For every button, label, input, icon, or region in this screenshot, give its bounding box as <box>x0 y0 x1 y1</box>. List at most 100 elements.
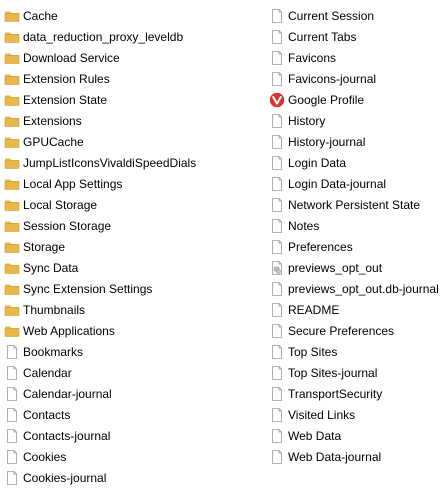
file-icon <box>269 323 285 339</box>
file-name-label: README <box>288 302 340 317</box>
file-item[interactable]: Web Data <box>269 425 447 446</box>
file-item[interactable]: Top Sites-journal <box>269 362 447 383</box>
file-name-label: Current Session <box>288 8 375 23</box>
folder-item[interactable]: Cache <box>4 5 266 26</box>
file-item[interactable]: Visited Links <box>269 404 447 425</box>
folder-item[interactable]: Local App Settings <box>4 173 266 194</box>
file-item[interactable]: History <box>269 110 447 131</box>
file-name-label: Preferences <box>288 239 353 254</box>
file-icon <box>269 449 285 465</box>
file-item[interactable]: TransportSecurity <box>269 383 447 404</box>
file-item[interactable]: Current Session <box>269 5 447 26</box>
file-icon <box>269 386 285 402</box>
folder-item[interactable]: data_reduction_proxy_leveldb <box>4 26 266 47</box>
folder-item[interactable]: Sync Data <box>4 257 266 278</box>
file-name-label: Login Data <box>288 155 347 170</box>
folder-icon <box>4 302 20 318</box>
file-name-label: Web Data-journal <box>288 449 382 464</box>
folder-item[interactable]: Thumbnails <box>4 299 266 320</box>
file-item[interactable]: Secure Preferences <box>269 320 447 341</box>
file-name-label: Current Tabs <box>288 29 357 44</box>
file-name-label: Local App Settings <box>23 176 123 191</box>
folder-icon <box>4 50 20 66</box>
file-item[interactable]: README <box>269 299 447 320</box>
file-name-label: History <box>288 113 326 128</box>
folder-icon <box>4 239 20 255</box>
file-name-label: Session Storage <box>23 218 112 233</box>
file-item[interactable]: Login Data-journal <box>269 173 447 194</box>
file-icon <box>269 239 285 255</box>
file-icon <box>4 386 20 402</box>
file-item[interactable]: Notes <box>269 215 447 236</box>
file-icon <box>4 365 20 381</box>
file-name-label: Favicons-journal <box>288 71 377 86</box>
folder-item[interactable]: Local Storage <box>4 194 266 215</box>
file-name-label: Login Data-journal <box>288 176 387 191</box>
file-name-label: Calendar-journal <box>23 386 112 401</box>
file-item[interactable]: History-journal <box>269 131 447 152</box>
file-item[interactable]: Calendar <box>4 362 266 383</box>
folder-item[interactable]: Web Applications <box>4 320 266 341</box>
file-name-label: data_reduction_proxy_leveldb <box>23 29 184 44</box>
file-item[interactable]: Login Data <box>269 152 447 173</box>
file-item[interactable]: Preferences <box>269 236 447 257</box>
file-name-label: Web Data <box>288 428 342 443</box>
file-name-label: Sync Data <box>23 260 79 275</box>
file-item[interactable]: Top Sites <box>269 341 447 362</box>
file-name-label: History-journal <box>288 134 366 149</box>
folder-icon <box>4 29 20 45</box>
file-item[interactable]: Cookies-journal <box>4 467 266 488</box>
file-item[interactable]: previews_opt_out <box>269 257 447 278</box>
file-name-label: Bookmarks <box>23 344 84 359</box>
file-item[interactable]: previews_opt_out.db-journal <box>269 278 447 299</box>
file-name-label: Thumbnails <box>23 302 86 317</box>
file-name-label: Visited Links <box>288 407 356 422</box>
file-column-right: Current Session Current Tabs Favicons Favic… <box>269 5 447 467</box>
folder-icon <box>4 92 20 108</box>
folder-item[interactable]: Extension Rules <box>4 68 266 89</box>
folder-item[interactable]: Storage <box>4 236 266 257</box>
file-name-label: previews_opt_out.db-journal <box>288 281 439 296</box>
file-icon <box>269 134 285 150</box>
folder-item[interactable]: Session Storage <box>4 215 266 236</box>
file-name-label: TransportSecurity <box>288 386 383 401</box>
folder-icon <box>4 281 20 297</box>
file-list: Cache data_reduction_proxy_leveldb Downloa… <box>0 5 447 490</box>
file-item[interactable]: Calendar-journal <box>4 383 266 404</box>
folder-icon <box>4 71 20 87</box>
file-item[interactable]: Contacts <box>4 404 266 425</box>
vivaldi-icon <box>269 92 285 108</box>
file-item[interactable]: Contacts-journal <box>4 425 266 446</box>
folder-item[interactable]: Download Service <box>4 47 266 68</box>
file-item[interactable]: Network Persistent State <box>269 194 447 215</box>
file-name-label: Top Sites <box>288 344 338 359</box>
file-icon <box>269 176 285 192</box>
file-item[interactable]: Bookmarks <box>4 341 266 362</box>
folder-item[interactable]: Sync Extension Settings <box>4 278 266 299</box>
file-name-label: Top Sites-journal <box>288 365 378 380</box>
file-icon <box>269 407 285 423</box>
file-item[interactable]: Google Profile <box>269 89 447 110</box>
folder-icon <box>4 260 20 276</box>
file-item[interactable]: Cookies <box>4 446 266 467</box>
file-name-label: Calendar <box>23 365 72 380</box>
folder-item[interactable]: Extensions <box>4 110 266 131</box>
folder-item[interactable]: GPUCache <box>4 131 266 152</box>
file-item[interactable]: Favicons <box>269 47 447 68</box>
file-item[interactable]: Current Tabs <box>269 26 447 47</box>
file-icon <box>4 449 20 465</box>
file-icon <box>269 29 285 45</box>
file-icon <box>269 197 285 213</box>
file-name-label: Favicons <box>288 50 337 65</box>
file-name-label: Notes <box>288 218 320 233</box>
file-name-label: Google Profile <box>288 92 365 107</box>
file-name-label: Cookies <box>23 449 67 464</box>
folder-item[interactable]: Extension State <box>4 89 266 110</box>
file-name-label: Extensions <box>23 113 82 128</box>
file-item[interactable]: Favicons-journal <box>269 68 447 89</box>
file-icon <box>4 470 20 486</box>
file-item[interactable]: Web Data-journal <box>269 446 447 467</box>
folder-item[interactable]: JumpListIconsVivaldiSpeedDials <box>4 152 266 173</box>
file-name-label: Cookies-journal <box>23 470 107 485</box>
file-icon <box>269 155 285 171</box>
